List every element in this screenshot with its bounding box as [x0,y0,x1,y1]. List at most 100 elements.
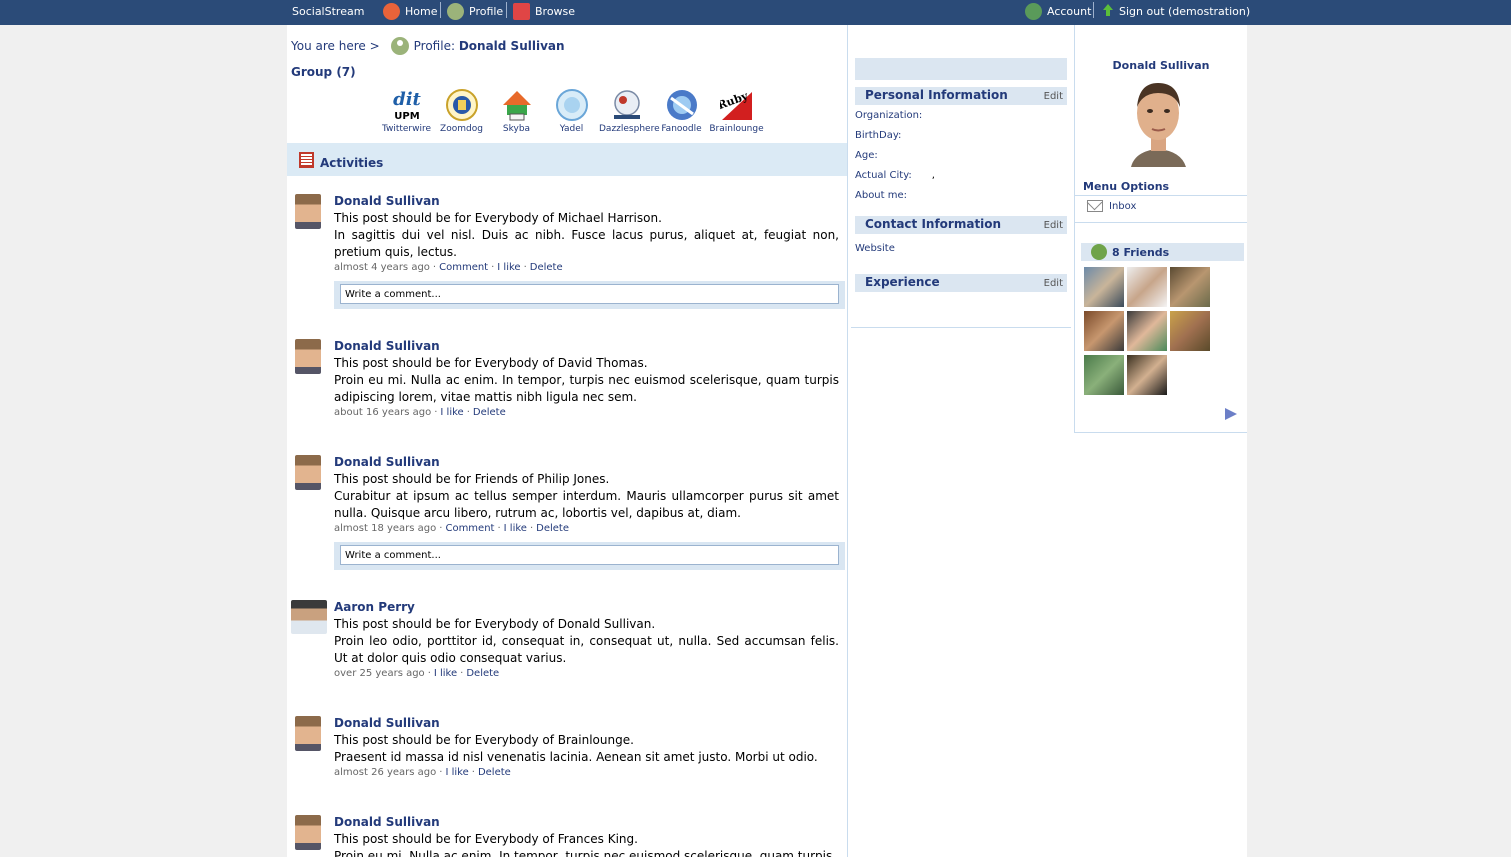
like-link[interactable]: I like [504,523,527,534]
profile-label: Profile [469,4,504,18]
profile-icon [447,2,464,20]
like-link[interactable]: I like [440,407,463,418]
post-author[interactable]: Donald Sullivan [334,454,839,471]
edit-contact-link[interactable]: Edit [1044,220,1063,231]
post-line: This post should be for Everybody of Bra… [334,733,634,747]
group-name: Twitterwire [381,124,432,134]
post-time: almost 18 years ago [334,523,437,534]
inbox-link[interactable]: Inbox [1087,200,1136,212]
group-item-skyba[interactable]: Skyba [489,88,544,134]
friend-avatar[interactable] [1127,311,1167,351]
like-link[interactable]: I like [445,767,468,778]
arrow-up-icon [1102,3,1114,20]
friends-title[interactable]: 8 Friends [1112,246,1169,259]
yadel-logo [555,88,589,122]
divider [1075,195,1247,196]
group-name: Brainlounge [709,124,764,134]
friend-avatar[interactable] [1084,311,1124,351]
post-time: over 25 years ago [334,668,425,679]
profile-name[interactable]: Donald Sullivan [1075,59,1247,72]
avatar[interactable] [295,815,321,850]
profile-link[interactable]: Profile [447,0,503,22]
account-link[interactable]: Account [1025,0,1091,22]
post-line: This post should be for Friends of Phili… [334,472,610,486]
post-author[interactable]: Donald Sullivan [334,814,839,831]
comment-input[interactable] [340,284,839,304]
home-link[interactable]: Home [383,0,437,22]
delete-link[interactable]: Delete [466,668,499,679]
birthday-label: BirthDay: [855,130,902,141]
contact-info-title: Contact Information [865,217,1002,231]
breadcrumb: You are here > Profile: Donald Sullivan [291,37,565,55]
menu-options-title: Menu Options [1083,180,1170,193]
breadcrumb-name[interactable]: Donald Sullivan [459,39,565,53]
group-name: Yadel [559,124,584,134]
post-text: Proin leo odio, porttitor id, consequat … [334,634,839,665]
gear-icon [1025,2,1042,20]
delete-link[interactable]: Delete [473,407,506,418]
activities-icon [299,151,314,168]
post-text: Curabitur at ipsum ac tellus semper inte… [334,489,839,520]
personal-info-title: Personal Information [865,88,1008,102]
edit-personal-link[interactable]: Edit [1044,91,1063,102]
post-meta: almost 26 years ago · I like · Delete [334,767,511,778]
edit-experience-link[interactable]: Edit [1044,278,1063,289]
comment-input[interactable] [340,545,839,565]
top-navigation-bar: SocialStream Home Profile Browse Account… [0,0,1511,25]
friends-icon [1091,244,1107,260]
website-label: Website [855,243,895,254]
delete-link[interactable]: Delete [530,262,563,273]
friend-avatar[interactable] [1127,267,1167,307]
divider [1075,222,1247,223]
next-arrow-icon[interactable] [1225,408,1237,420]
browse-link[interactable]: Browse [513,0,575,22]
envelope-icon [1087,200,1103,212]
avatar[interactable] [295,339,321,374]
group-item-zoomdog[interactable]: Zoomdog [434,88,489,134]
post-line: This post should be for Everybody of Don… [334,617,656,631]
post-author[interactable]: Aaron Perry [334,599,839,616]
friend-avatar[interactable] [1084,267,1124,307]
comment-box [334,281,845,309]
profile-photo[interactable] [1125,73,1192,167]
like-link[interactable]: I like [497,262,520,273]
city-value: , [931,170,935,181]
like-link[interactable]: I like [434,668,457,679]
delete-link[interactable]: Delete [536,523,569,534]
avatar[interactable] [291,600,327,634]
post-line: This post should be for Everybody of Fra… [334,832,638,846]
comment-link[interactable]: Comment [445,523,494,534]
signout-link[interactable]: Sign out (demostration) [1102,0,1250,22]
avatar[interactable] [295,716,321,751]
post-author[interactable]: Donald Sullivan [334,715,839,732]
delete-link[interactable]: Delete [478,767,511,778]
twitterwire-logo: dit UPM [390,88,424,122]
skyba-logo [500,88,534,122]
group-item-yadel[interactable]: Yadel [544,88,599,134]
post-meta: over 25 years ago · I like · Delete [334,668,500,679]
sidebar-empty-area [1074,433,1247,857]
avatar[interactable] [295,455,321,490]
group-title: Group (7) [291,65,356,79]
post-time: almost 4 years ago [334,262,430,273]
friend-avatar[interactable] [1084,355,1124,395]
brand-link[interactable]: SocialStream [292,0,364,22]
info-top-bar [855,58,1067,80]
post-author[interactable]: Donald Sullivan [334,338,839,355]
activities-title: Activities [320,155,384,170]
avatar[interactable] [295,194,321,229]
post-time: almost 26 years ago [334,767,437,778]
group-item-dazzlesphere[interactable]: Dazzlesphere [599,88,660,134]
group-name: Skyba [502,124,531,134]
comment-link[interactable]: Comment [439,262,488,273]
group-item-brainlounge[interactable]: Ruby Brainlounge [709,88,764,134]
group-item-fanoodle[interactable]: Fanoodle [654,88,709,134]
friend-avatar[interactable] [1170,311,1210,351]
friend-avatar[interactable] [1127,355,1167,395]
group-list: ditUPM Twitterwire Zoomdog Skyba Yadel [379,88,764,134]
post-author[interactable]: Donald Sullivan [334,193,839,210]
friend-avatar[interactable] [1170,267,1210,307]
personal-info-header: Personal Information Edit [855,87,1067,105]
post-time: about 16 years ago [334,407,432,418]
group-item-twitterwire[interactable]: dit UPM Twitterwire [379,88,434,134]
